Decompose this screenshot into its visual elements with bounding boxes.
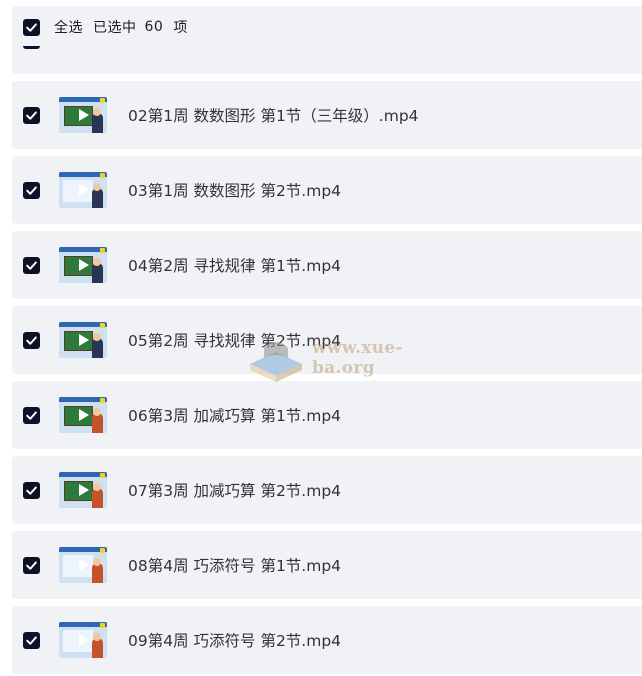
selected-suffix: 项 xyxy=(173,20,188,36)
row-checkbox[interactable] xyxy=(23,256,40,274)
play-icon xyxy=(79,109,89,121)
file-name[interactable]: 04第2周 寻找规律 第1节.mp4 xyxy=(128,254,341,276)
check-icon xyxy=(26,410,37,420)
file-row[interactable]: 03第1周 数数图形 第2节.mp4 xyxy=(12,156,642,224)
file-row[interactable]: 05第2周 寻找规律 第2节.mp4 xyxy=(12,306,642,374)
file-row[interactable]: 08第4周 巧添符号 第1节.mp4 xyxy=(12,531,642,599)
file-name[interactable]: 09第4周 巧添符号 第2节.mp4 xyxy=(128,629,341,651)
file-name[interactable]: 03第1周 数数图形 第2节.mp4 xyxy=(128,179,341,201)
file-name[interactable]: 05第2周 寻找规律 第2节.mp4 xyxy=(128,329,341,351)
play-icon xyxy=(79,259,89,271)
play-icon xyxy=(79,334,89,346)
row-checkbox[interactable] xyxy=(23,406,40,424)
row-checkbox[interactable] xyxy=(23,331,40,349)
file-name[interactable]: 07第3周 加减巧算 第2节.mp4 xyxy=(128,479,341,501)
check-icon xyxy=(26,22,37,32)
check-icon xyxy=(26,110,37,120)
file-row[interactable]: 06第3周 加减巧算 第1节.mp4 xyxy=(12,381,642,449)
video-thumbnail[interactable] xyxy=(59,547,107,583)
selected-count: 60 xyxy=(144,19,164,35)
file-row[interactable]: 07第3周 加减巧算 第2节.mp4 xyxy=(12,456,642,524)
selected-prefix: 已选中 xyxy=(93,20,137,36)
check-icon xyxy=(26,335,37,345)
play-icon xyxy=(79,409,89,421)
check-icon xyxy=(26,635,37,645)
check-icon xyxy=(26,560,37,570)
play-icon xyxy=(79,184,89,196)
select-all-checkbox[interactable] xyxy=(23,18,40,36)
check-icon xyxy=(26,260,37,270)
check-icon xyxy=(26,485,37,495)
play-icon xyxy=(79,634,89,646)
row-checkbox[interactable] xyxy=(23,181,40,199)
file-name[interactable]: 08第4周 巧添符号 第1节.mp4 xyxy=(128,554,341,576)
check-icon xyxy=(26,185,37,195)
row-checkbox[interactable] xyxy=(23,556,40,574)
row-checkbox[interactable] xyxy=(23,481,40,499)
selection-bar: 全选 已选中 60 项 xyxy=(12,8,642,46)
video-thumbnail[interactable] xyxy=(59,172,107,208)
play-icon xyxy=(79,559,89,571)
video-thumbnail[interactable] xyxy=(59,322,107,358)
file-row[interactable]: 09第4周 巧添符号 第2节.mp4 xyxy=(12,606,642,674)
video-thumbnail[interactable] xyxy=(59,247,107,283)
file-row[interactable]: 02第1周 数数图形 第1节（三年级）.mp4 xyxy=(12,81,642,149)
play-icon xyxy=(79,484,89,496)
file-name[interactable]: 06第3周 加减巧算 第1节.mp4 xyxy=(128,404,341,426)
row-checkbox[interactable] xyxy=(23,631,40,649)
row-checkbox[interactable] xyxy=(23,106,40,124)
video-thumbnail[interactable] xyxy=(59,97,107,133)
video-thumbnail[interactable] xyxy=(59,397,107,433)
file-row[interactable]: 04第2周 寻找规律 第1节.mp4 xyxy=(12,231,642,299)
select-all-label[interactable]: 全选 xyxy=(54,17,83,37)
video-thumbnail[interactable] xyxy=(59,472,107,508)
file-name[interactable]: 02第1周 数数图形 第1节（三年级）.mp4 xyxy=(128,104,419,126)
video-thumbnail[interactable] xyxy=(59,622,107,658)
